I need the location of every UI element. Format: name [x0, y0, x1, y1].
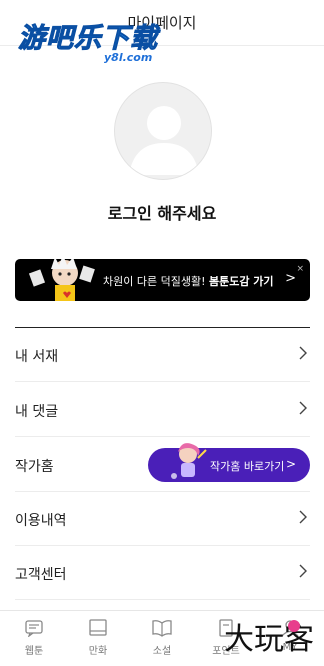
nav-label: 소설	[152, 646, 172, 657]
menu-item-customer-center[interactable]: 고객센터	[15, 546, 310, 600]
nav-label: 웹툰	[24, 646, 44, 657]
banner-arrow-icon: >	[285, 271, 296, 286]
author-home-button-label: 작가홈 바로가기	[210, 460, 285, 473]
watermark-logo: 游吧乐下载 y8l.com	[18, 16, 188, 66]
login-prompt[interactable]: 로그인 해주세요	[0, 200, 324, 224]
menu-item-label: 이용내역	[15, 513, 67, 529]
nav-item-webtoon[interactable]: 웹툰	[2, 619, 66, 663]
nav-label: 만화	[88, 646, 108, 657]
watermark-dot-icon	[288, 620, 300, 632]
banner-text-main: 차원이 다른 덕질생활!	[103, 275, 209, 288]
novel-icon	[152, 620, 172, 637]
character-illustration-icon	[29, 259, 95, 301]
nav-item-novel[interactable]: 소설	[130, 619, 194, 663]
banner-text: 차원이 다른 덕질생활! 봄툰도감 가기	[103, 273, 274, 289]
nav-item-comic[interactable]: 만화	[66, 619, 130, 663]
banner-text-highlight: 봄툰도감 가기	[208, 275, 274, 288]
comic-icon	[89, 619, 107, 636]
profile-avatar[interactable]	[114, 82, 212, 180]
chevron-right-icon	[299, 510, 307, 524]
menu-item-comments[interactable]: 내 댓글	[15, 383, 310, 437]
author-home-button[interactable]: 작가홈 바로가기 >	[148, 443, 310, 482]
menu-item-label: 내 댓글	[15, 404, 59, 420]
watermark-corner: 大玩客	[214, 614, 314, 658]
author-character-icon	[171, 443, 207, 479]
menu-item-label: 작가홈	[15, 459, 54, 475]
menu-item-label: 고객센터	[15, 567, 67, 583]
chevron-right-icon	[299, 346, 307, 360]
watermark-corner-text: 大玩客	[224, 622, 314, 657]
promo-banner[interactable]: 차원이 다른 덕질생활! 봄툰도감 가기 > ×	[15, 259, 310, 301]
webtoon-icon	[25, 620, 43, 637]
menu-item-label: 내 서재	[15, 349, 59, 365]
banner-close-icon[interactable]: ×	[296, 264, 304, 274]
chevron-right-icon	[299, 401, 307, 415]
menu-item-author-home: 작가홈 작가홈 바로가기 >	[15, 438, 310, 492]
menu-item-library[interactable]: 내 서재	[15, 328, 310, 382]
chevron-right-icon	[299, 564, 307, 578]
watermark-main-text: 游吧乐下载	[18, 23, 158, 55]
menu-item-usage-history[interactable]: 이용내역	[15, 492, 310, 546]
watermark-sub-text: y8l.com	[104, 51, 153, 64]
default-avatar-icon	[129, 106, 199, 175]
chevron-right-icon: >	[285, 457, 296, 471]
